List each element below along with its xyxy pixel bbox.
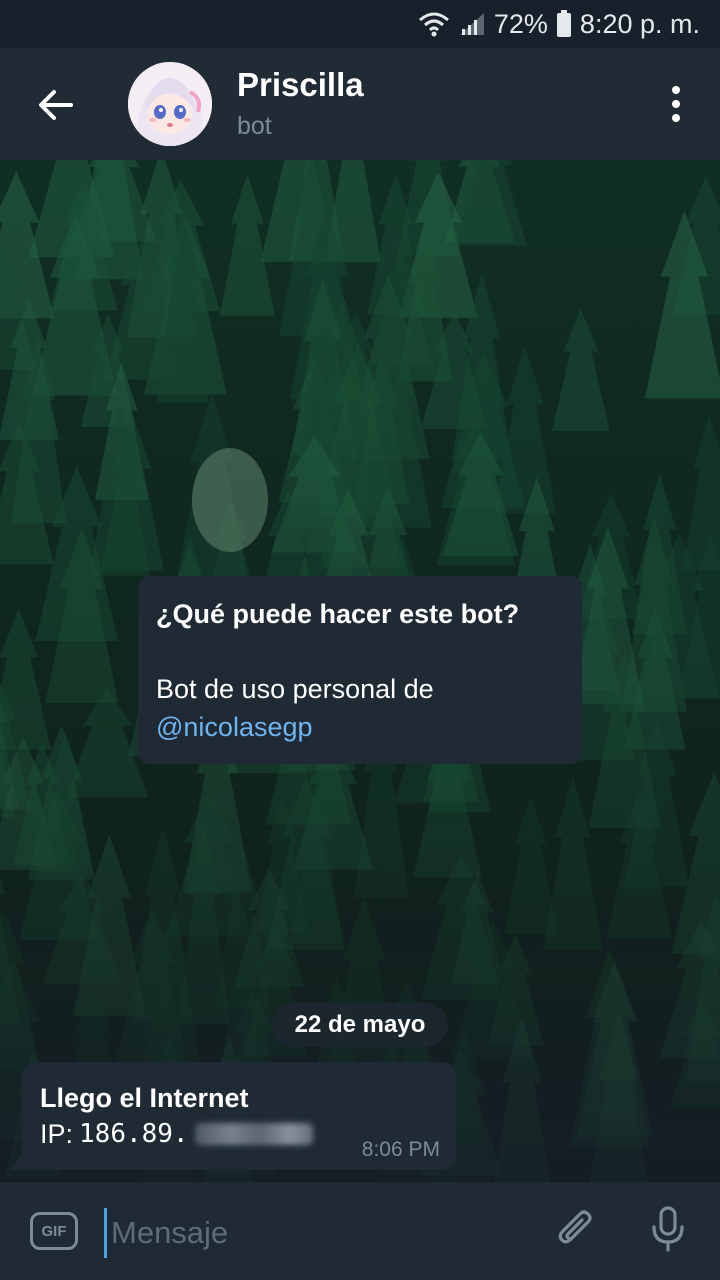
attach-icon [556, 1208, 596, 1257]
status-indicators: 72% 8:20 p. m. [418, 0, 700, 48]
gif-button[interactable]: GIF [30, 1212, 78, 1250]
chat-header: Priscilla bot [0, 48, 720, 160]
message-bubble[interactable]: Llego el Internet IP: 186.89. 8:06 PM [22, 1062, 456, 1170]
attach-button[interactable] [552, 1208, 600, 1256]
status-bar: 72% 8:20 p. m. [0, 0, 720, 48]
chat-title[interactable]: Priscilla [237, 66, 364, 104]
bot-info-card: ¿Qué puede hacer este bot? Bot de uso pe… [138, 576, 582, 764]
message-time: 8:06 PM [361, 1138, 440, 1161]
battery-icon [556, 10, 572, 38]
date-separator: 22 de mayo [272, 1003, 448, 1047]
bot-info-description: Bot de uso personal de [156, 674, 434, 704]
avatar[interactable] [128, 62, 212, 146]
message-ip-label: IP: [40, 1119, 74, 1149]
battery-level: 72% [493, 8, 548, 39]
message-ip-value: 186.89. [79, 1119, 189, 1149]
chat-screen: 72% 8:20 p. m. Priscilla bot ¿Qué puede … [0, 0, 720, 1280]
redacted-text [194, 1123, 313, 1145]
more-vertical-icon [671, 85, 681, 128]
chat-subtitle: bot [237, 112, 272, 140]
avatar-image [128, 62, 212, 146]
microphone-icon [650, 1205, 686, 1258]
signal-icon [458, 11, 486, 37]
status-time: 8:20 p. m. [579, 8, 700, 39]
more-options-button[interactable] [658, 84, 694, 128]
wifi-icon [418, 11, 450, 37]
bot-owner-link[interactable]: @nicolasegp [156, 708, 564, 746]
microphone-button[interactable] [644, 1204, 692, 1258]
message-input[interactable] [104, 1208, 533, 1258]
back-button[interactable] [28, 80, 82, 134]
gif-icon: GIF [41, 1222, 67, 1240]
bot-info-title: ¿Qué puede hacer este bot? [156, 599, 520, 629]
message-text: Llego el Internet [40, 1083, 249, 1113]
back-arrow-icon [37, 89, 73, 126]
message-input-bar: GIF [0, 1182, 720, 1280]
